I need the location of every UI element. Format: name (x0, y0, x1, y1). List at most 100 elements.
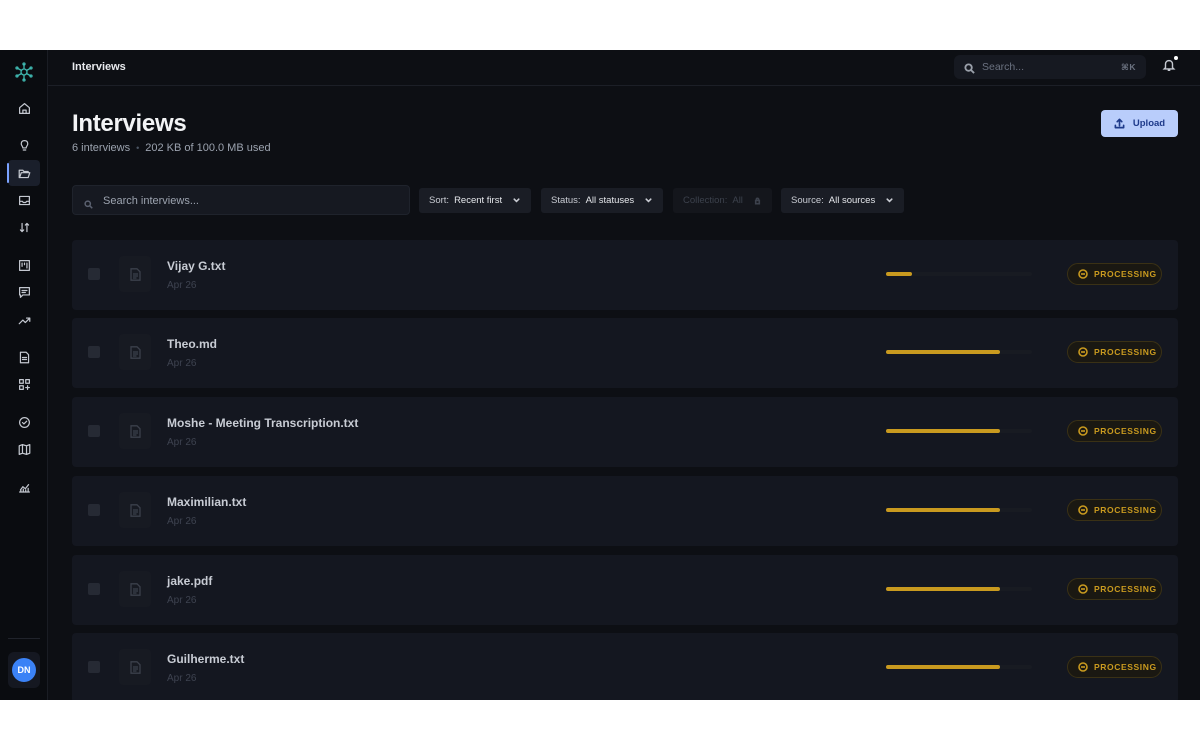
file-name[interactable]: Theo.md (167, 337, 217, 351)
search-icon (84, 196, 93, 214)
sidebar-item-messages[interactable] (8, 279, 40, 305)
processing-icon (1078, 347, 1088, 357)
trending-up-icon (18, 316, 30, 324)
source-dropdown[interactable]: Source: All sources (781, 188, 905, 213)
file-icon (119, 571, 151, 607)
document-icon (19, 351, 29, 363)
lock-icon (754, 197, 761, 205)
storage-usage: 202 KB of 100.0 MB used (145, 142, 271, 154)
sidebar-item-interviews[interactable] (7, 160, 40, 186)
chevron-down-icon (645, 198, 652, 203)
file-date: Apr 26 (167, 437, 197, 448)
status-badge-label: PROCESSING (1094, 584, 1157, 594)
upload-icon (1114, 118, 1125, 129)
bell-icon (1162, 59, 1176, 71)
page-subtitle: 6 interviews • 202 KB of 100.0 MB used (72, 142, 271, 154)
global-search-placeholder: Search... (982, 61, 1025, 73)
status-badge-label: PROCESSING (1094, 426, 1157, 436)
sidebar: DN (0, 50, 48, 700)
row-checkbox[interactable] (88, 425, 100, 437)
file-date: Apr 26 (167, 358, 197, 369)
grid-plus-icon (18, 378, 30, 390)
source-label: Source: (791, 195, 824, 206)
file-date: Apr 26 (167, 516, 197, 527)
sort-arrows-icon (19, 222, 29, 232)
table-row[interactable]: Guilherme.txt Apr 26 PROCESSING (72, 633, 1178, 700)
separator-dot: • (136, 143, 140, 153)
file-name[interactable]: Guilherme.txt (167, 652, 244, 666)
inbox-icon (18, 195, 30, 205)
global-search[interactable]: Search... ⌘K (954, 55, 1146, 79)
interview-count: 6 interviews (72, 142, 131, 154)
notifications-button[interactable] (1162, 56, 1178, 74)
collection-label: Collection: (683, 195, 728, 206)
sidebar-item-tasks[interactable] (8, 409, 40, 435)
file-name[interactable]: jake.pdf (167, 574, 212, 588)
status-badge: PROCESSING (1067, 656, 1162, 678)
status-dropdown[interactable]: Status: All statuses (541, 188, 664, 213)
file-name[interactable]: Moshe - Meeting Transcription.txt (167, 416, 358, 430)
file-date: Apr 26 (167, 595, 197, 606)
status-badge-label: PROCESSING (1094, 662, 1157, 672)
file-date: Apr 26 (167, 673, 197, 684)
map-icon (18, 443, 30, 455)
table-row[interactable]: Maximilian.txt Apr 26 PROCESSING (72, 476, 1178, 546)
topbar: Interviews Search... ⌘K (48, 50, 1200, 86)
app-logo-icon[interactable] (14, 62, 34, 82)
file-name[interactable]: Maximilian.txt (167, 495, 246, 509)
progress-fill (886, 665, 1000, 669)
collection-value: All (732, 195, 743, 206)
file-name[interactable]: Vijay G.txt (167, 259, 225, 273)
table-row[interactable]: jake.pdf Apr 26 PROCESSING (72, 555, 1178, 625)
progress-bar (886, 272, 1032, 276)
row-checkbox[interactable] (88, 583, 100, 595)
row-checkbox[interactable] (88, 661, 100, 673)
sidebar-item-home[interactable] (8, 95, 40, 121)
sidebar-item-trends[interactable] (8, 307, 40, 333)
sidebar-divider (8, 638, 40, 639)
row-checkbox[interactable] (88, 346, 100, 358)
sidebar-item-documents[interactable] (8, 344, 40, 370)
collection-dropdown: Collection: All (673, 188, 772, 213)
progress-bar (886, 665, 1032, 669)
processing-icon (1078, 426, 1088, 436)
sidebar-item-map[interactable] (8, 436, 40, 462)
progress-bar (886, 350, 1032, 354)
progress-fill (886, 272, 913, 276)
sidebar-item-boards[interactable] (8, 252, 40, 278)
upload-button[interactable]: Upload (1101, 110, 1178, 137)
sidebar-item-sort[interactable] (8, 214, 40, 240)
file-icon (119, 334, 151, 370)
sidebar-item-inbox[interactable] (8, 187, 40, 213)
table-row[interactable]: Moshe - Meeting Transcription.txt Apr 26… (72, 397, 1178, 467)
status-label: Status: (551, 195, 581, 206)
user-menu[interactable]: DN (8, 652, 40, 688)
interviews-search[interactable] (72, 185, 410, 215)
breadcrumb: Interviews (72, 61, 126, 73)
chevron-down-icon (886, 198, 893, 203)
search-shortcut-hint: ⌘K (1120, 62, 1136, 72)
status-badge: PROCESSING (1067, 263, 1162, 285)
row-checkbox[interactable] (88, 504, 100, 516)
file-date: Apr 26 (167, 280, 197, 291)
table-row[interactable]: Vijay G.txt Apr 26 PROCESSING (72, 240, 1178, 310)
app-window: DN Interviews Search... ⌘K Interviews 6 … (0, 50, 1200, 700)
file-icon (119, 492, 151, 528)
table-row[interactable]: Theo.md Apr 26 PROCESSING (72, 318, 1178, 388)
message-icon (18, 286, 30, 298)
progress-bar (886, 587, 1032, 591)
sidebar-item-widgets[interactable] (8, 371, 40, 397)
row-checkbox[interactable] (88, 268, 100, 280)
avatar[interactable]: DN (12, 658, 36, 682)
file-icon (119, 649, 151, 685)
status-badge: PROCESSING (1067, 578, 1162, 600)
status-badge: PROCESSING (1067, 341, 1162, 363)
processing-icon (1078, 662, 1088, 672)
interviews-search-input[interactable] (103, 193, 393, 209)
status-badge-label: PROCESSING (1094, 269, 1157, 279)
sidebar-item-analytics[interactable] (8, 474, 40, 500)
status-badge-label: PROCESSING (1094, 347, 1157, 357)
progress-fill (886, 350, 1000, 354)
sort-dropdown[interactable]: Sort: Recent first (419, 188, 532, 213)
sidebar-item-insights[interactable] (8, 132, 40, 158)
